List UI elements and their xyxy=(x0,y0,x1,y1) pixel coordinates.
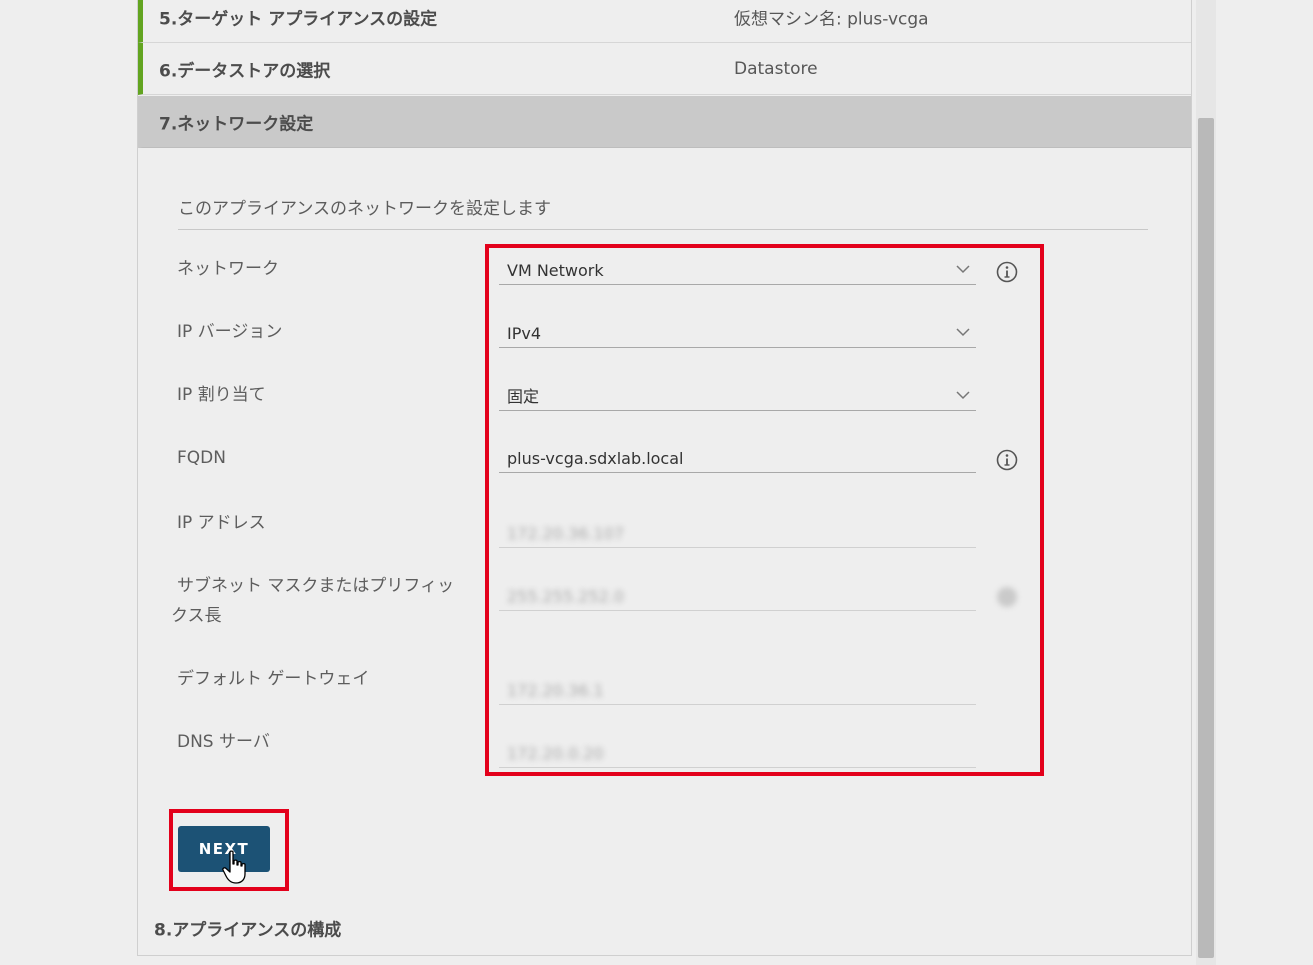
divider xyxy=(178,229,1148,230)
deploy-wizard: 5.ターゲット アプライアンスの設定 仮想マシン名: plus-vcga 6.デ… xyxy=(137,0,1192,956)
subnet-value: 255.255.252.0 xyxy=(507,587,625,606)
info-icon xyxy=(997,587,1017,607)
dns-input[interactable]: 172.20.0.20 xyxy=(499,740,976,768)
ip-version-value: IPv4 xyxy=(507,324,542,343)
network-value: VM Network xyxy=(507,261,604,280)
ip-version-label: IP バージョン xyxy=(177,322,283,342)
wizard-page: 5.ターゲット アプライアンスの設定 仮想マシン名: plus-vcga 6.デ… xyxy=(0,0,1313,965)
subnet-label: サブネット マスクまたはプリフィックス長 xyxy=(171,576,455,626)
ip-version-select[interactable]: IPv4 xyxy=(499,320,976,348)
gateway-label: デフォルト ゲートウェイ xyxy=(177,669,370,689)
scrollbar[interactable] xyxy=(1196,0,1216,965)
dns-value: 172.20.0.20 xyxy=(507,744,604,763)
ip-assignment-select[interactable]: 固定 xyxy=(499,383,976,411)
fqdn-label: FQDN xyxy=(177,448,226,468)
network-select[interactable]: VM Network xyxy=(499,257,976,285)
hand-pointer-icon xyxy=(222,850,246,884)
step-title: 6.データストアの選択 xyxy=(159,61,331,81)
step-summary: Datastore xyxy=(734,58,818,79)
form-description: このアプライアンスのネットワークを設定します xyxy=(178,199,551,219)
chevron-down-icon xyxy=(956,328,970,337)
step-6-datastore[interactable]: 6.データストアの選択 Datastore xyxy=(138,43,1191,95)
step-5-target-appliance[interactable]: 5.ターゲット アプライアンスの設定 仮想マシン名: plus-vcga xyxy=(138,0,1191,43)
scrollbar-thumb[interactable] xyxy=(1198,118,1214,958)
step-8-appliance-config[interactable]: 8.アプライアンスの構成 xyxy=(138,901,1191,955)
network-label: ネットワーク xyxy=(177,259,279,279)
step-title: 7.ネットワーク設定 xyxy=(159,114,314,134)
ip-address-value: 172.20.36.107 xyxy=(507,524,625,543)
chevron-down-icon xyxy=(956,265,970,274)
dns-label: DNS サーバ xyxy=(177,732,270,752)
step-title: 5.ターゲット アプライアンスの設定 xyxy=(159,9,438,29)
info-icon[interactable] xyxy=(995,448,1019,472)
fqdn-input[interactable]: plus-vcga.sdxlab.local xyxy=(499,445,976,473)
fqdn-value: plus-vcga.sdxlab.local xyxy=(507,449,684,468)
ip-address-input[interactable]: 172.20.36.107 xyxy=(499,520,976,548)
ip-assignment-label: IP 割り当て xyxy=(177,385,266,405)
chevron-down-icon xyxy=(956,391,970,400)
ip-assignment-value: 固定 xyxy=(507,387,540,406)
gateway-input[interactable]: 172.20.36.1 xyxy=(499,677,976,705)
step-7-network-settings[interactable]: 7.ネットワーク設定 xyxy=(138,96,1191,148)
info-icon[interactable] xyxy=(995,260,1019,284)
ip-address-label: IP アドレス xyxy=(177,513,266,533)
step-summary: 仮想マシン名: plus-vcga xyxy=(734,9,929,29)
step-title: 8.アプライアンスの構成 xyxy=(154,920,342,941)
gateway-value: 172.20.36.1 xyxy=(507,681,604,700)
subnet-input[interactable]: 255.255.252.0 xyxy=(499,583,976,611)
